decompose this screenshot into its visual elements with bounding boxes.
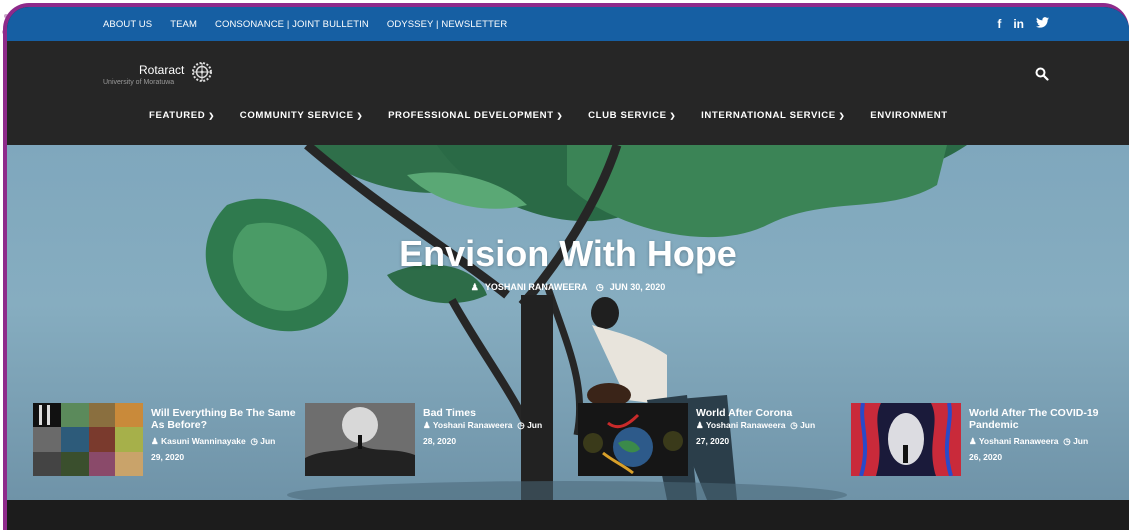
post-meta: ♟ Yoshani Ranaweera ◷ Jun 26, 2020 <box>969 433 1119 465</box>
hero-title[interactable]: Envision With Hope <box>7 233 1129 275</box>
facebook-icon[interactable]: f <box>997 17 1001 31</box>
twitter-icon[interactable] <box>1036 17 1049 31</box>
post-date-rest: 27, 2020 <box>696 436 730 446</box>
menu-label: PROFESSIONAL DEVELOPMENT <box>388 110 554 121</box>
menu-community-service[interactable]: COMMUNITY SERVICE ❯ <box>240 110 363 121</box>
menu-label: ENVIRONMENT <box>870 110 948 121</box>
menu-label: CLUB SERVICE <box>588 110 667 121</box>
clock-icon: ◷ <box>517 420 525 430</box>
post-thumbnail[interactable] <box>305 403 415 476</box>
chevron-down-icon: ❯ <box>838 113 846 120</box>
post-date-month: Jun <box>260 436 276 446</box>
post-author[interactable]: Kasuni Wanninayake <box>161 436 246 446</box>
site-logo[interactable]: Rotaract University of Moratuwa <box>103 61 223 95</box>
post-thumbnail[interactable] <box>851 403 961 476</box>
clock-icon: ◷ <box>595 282 604 292</box>
post-date-month: Jun <box>1073 436 1089 446</box>
clock-icon: ◷ <box>790 420 798 430</box>
chevron-down-icon: ❯ <box>556 113 564 120</box>
post-date-rest: 28, 2020 <box>423 436 457 446</box>
post-meta: ♟ Yoshani Ranaweera ◷ Jun 27, 2020 <box>696 417 846 449</box>
menu-label: COMMUNITY SERVICE <box>239 110 354 121</box>
post-meta: ♟ Yoshani Ranaweera ◷ Jun 28, 2020 <box>423 417 573 449</box>
post-date-rest: 26, 2020 <box>969 452 1003 462</box>
browser-frame: ABOUT US TEAM CONSONANCE | JOINT BULLETI… <box>3 3 1129 530</box>
top-link-consonance[interactable]: CONSONANCE | JOINT BULLETIN <box>215 19 369 30</box>
clock-icon: ◷ <box>1063 436 1071 446</box>
menu-international-service[interactable]: INTERNATIONAL SERVICE ❯ <box>701 110 845 121</box>
menu-label: FEATURED <box>149 110 206 121</box>
hero-date: JUN 30, 2020 <box>609 282 666 292</box>
recent-posts: Will Everything Be The Same As Before? ♟… <box>33 403 1129 483</box>
menu-professional-development[interactable]: PROFESSIONAL DEVELOPMENT ❯ <box>388 110 563 121</box>
top-bar: ABOUT US TEAM CONSONANCE | JOINT BULLETI… <box>7 7 1129 41</box>
logo-subtitle: University of Moratuwa <box>103 79 175 86</box>
post-author[interactable]: Yoshani Ranaweera <box>433 420 513 430</box>
post-meta: ♟ Kasuni Wanninayake ◷ Jun 29, 2020 <box>151 433 301 465</box>
logo-brand: Rotaract <box>139 63 185 77</box>
user-icon: ♟ <box>969 436 977 446</box>
post-card: World After Corona ♟ Yoshani Ranaweera ◷… <box>578 403 848 483</box>
hero-author[interactable]: YOSHANI RANAWEERA <box>485 282 588 292</box>
post-author[interactable]: Yoshani Ranaweera <box>979 436 1059 446</box>
main-navbar: Rotaract University of Moratuwa FEATURED… <box>7 41 1129 145</box>
search-icon[interactable] <box>1035 67 1051 83</box>
menu-label: INTERNATIONAL SERVICE <box>701 110 836 121</box>
post-author[interactable]: Yoshani Ranaweera <box>706 420 786 430</box>
menu-club-service[interactable]: CLUB SERVICE ❯ <box>588 110 676 121</box>
hero-banner[interactable]: Envision With Hope ♟ YOSHANI RANAWEERA ◷ J… <box>7 145 1129 500</box>
top-link-odyssey[interactable]: ODYSSEY | NEWSLETTER <box>387 19 507 30</box>
post-thumbnail[interactable] <box>33 403 143 476</box>
user-icon: ♟ <box>423 420 431 430</box>
user-icon: ♟ <box>151 436 159 446</box>
top-link-about[interactable]: ABOUT US <box>103 19 152 30</box>
post-title[interactable]: Will Everything Be The Same As Before? <box>151 407 301 431</box>
post-card: Bad Times ♟ Yoshani Ranaweera ◷ Jun 28, … <box>305 403 575 483</box>
menu-featured[interactable]: FEATURED ❯ <box>149 110 215 121</box>
post-date-month: Jun <box>800 420 816 430</box>
chevron-down-icon: ❯ <box>208 113 215 120</box>
post-card: Will Everything Be The Same As Before? ♟… <box>33 403 303 483</box>
chevron-down-icon: ❯ <box>356 113 364 120</box>
rotary-wheel-icon <box>192 62 212 82</box>
post-date-month: Jun <box>527 420 543 430</box>
top-links: ABOUT US TEAM CONSONANCE | JOINT BULLETI… <box>103 7 507 41</box>
post-date-rest: 29, 2020 <box>151 452 185 462</box>
post-thumbnail[interactable] <box>578 403 688 476</box>
bottom-strip <box>7 500 1129 530</box>
clock-icon: ◷ <box>250 436 258 446</box>
user-icon: ♟ <box>696 420 704 430</box>
top-link-team[interactable]: TEAM <box>170 19 197 30</box>
primary-menu: FEATURED ❯ COMMUNITY SERVICE ❯ PROFESSIONA… <box>149 110 948 121</box>
user-icon: ♟ <box>470 282 479 292</box>
social-links: f in <box>997 7 1049 41</box>
post-title[interactable]: World After The COVID-19 Pandemic <box>969 407 1119 431</box>
menu-environment[interactable]: ENVIRONMENT <box>870 110 948 121</box>
hero-meta: ♟ YOSHANI RANAWEERA ◷ JUN 30, 2020 <box>7 282 1129 293</box>
chevron-down-icon: ❯ <box>669 113 677 120</box>
post-card: World After The COVID-19 Pandemic ♟ Yosh… <box>851 403 1121 483</box>
linkedin-icon[interactable]: in <box>1013 17 1024 31</box>
